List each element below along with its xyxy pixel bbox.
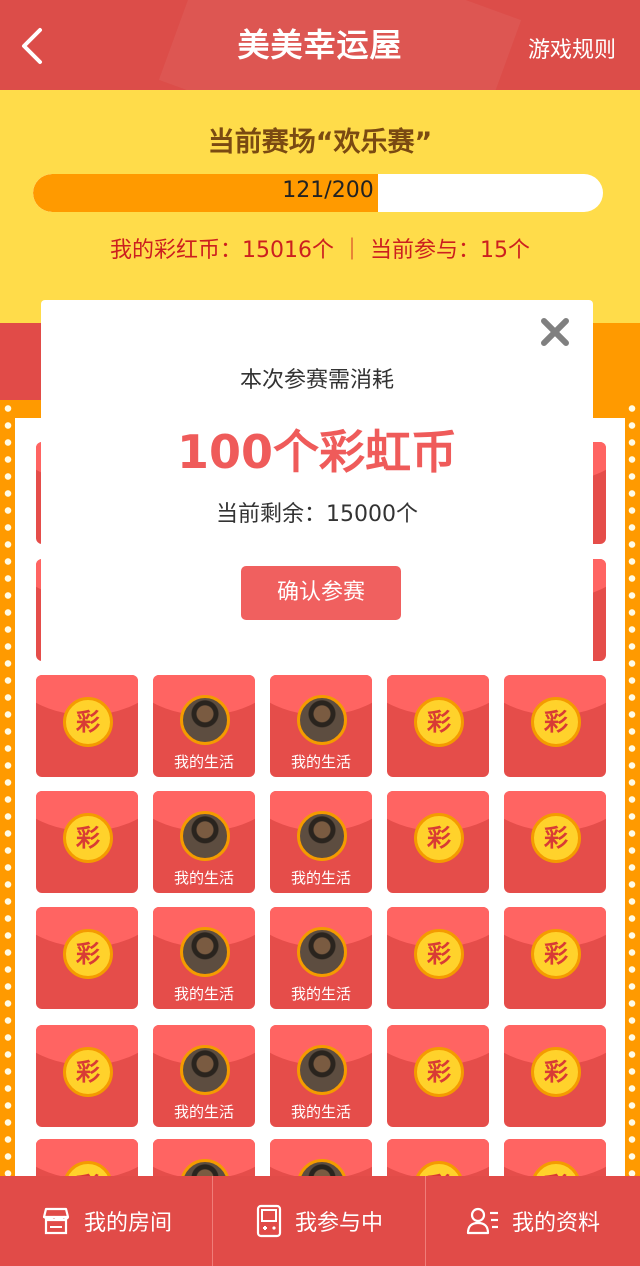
avatar [180,1045,230,1095]
coin-badge: 彩 [414,1047,464,1097]
red-packet-coin[interactable]: 彩 [504,1025,606,1127]
right-light-border [625,400,639,1180]
player-name: 我的生活 [173,869,234,887]
avatar [297,811,347,861]
tab-my-room[interactable]: 我的房间 [0,1176,212,1266]
entry-cost: 100个彩虹币 [176,425,458,479]
orange-corner [592,323,640,401]
player-name: 我的生活 [173,985,234,1003]
red-packet-player[interactable]: 我的生活 [153,1025,255,1127]
red-packet-player[interactable]: 我的生活 [153,675,255,777]
red-packet-coin[interactable]: 彩 [504,907,606,1009]
coin-badge: 彩 [414,929,464,979]
close-button[interactable] [539,316,571,348]
red-packet-player[interactable]: 我的生活 [270,675,372,777]
confirm-entry-button[interactable]: 确认参赛 [241,566,401,620]
red-packet-coin[interactable]: 彩 [387,907,489,1009]
store-icon [42,1207,70,1235]
red-packet-coin[interactable]: 彩 [504,675,606,777]
arena-panel: 当前赛场“欢乐赛” 121/200 我的彩红币：15016个 ｜ 当前参与：15… [0,90,640,323]
red-packet-coin[interactable]: 彩 [504,791,606,893]
cost-caption: 本次参赛需消耗 [239,368,394,393]
confirm-entry-dialog: 本次参赛需消耗 100个彩虹币 当前剩余：15000个 确认参赛 [41,300,593,665]
close-icon [541,318,569,346]
tab-my-profile[interactable]: 我的资料 [426,1176,640,1266]
profile-icon [466,1207,498,1235]
player-name: 我的生活 [173,753,234,771]
tab-label: 我参与中 [294,1211,383,1236]
red-packet-player[interactable]: 我的生活 [153,907,255,1009]
avatar [297,1045,347,1095]
arena-title: 当前赛场“欢乐赛” [207,127,433,158]
game-console-icon [256,1204,282,1238]
player-name: 我的生活 [290,753,351,771]
coin-badge: 彩 [531,1047,581,1097]
coin-badge: 彩 [414,697,464,747]
red-packet-player[interactable]: 我的生活 [153,791,255,893]
coin-badge: 彩 [63,813,113,863]
avatar [180,927,230,977]
tab-participating[interactable]: 我参与中 [213,1176,425,1266]
remaining-balance: 当前剩余：15000个 [216,502,418,527]
red-packet-coin[interactable]: 彩 [387,675,489,777]
left-light-border [1,400,15,1180]
avatar [297,927,347,977]
red-packet-coin[interactable]: 彩 [36,675,138,777]
avatar [180,695,230,745]
player-name: 我的生活 [173,1103,234,1121]
player-name: 我的生活 [290,1103,351,1121]
bottom-tab-bar: 我的房间 我参与中 我的资料 [0,1176,640,1266]
coin-badge: 彩 [63,929,113,979]
tab-label: 我的房间 [83,1211,172,1236]
coin-badge: 彩 [63,1047,113,1097]
coin-badge: 彩 [414,813,464,863]
red-packet-coin[interactable]: 彩 [36,1025,138,1127]
coin-badge: 彩 [531,813,581,863]
red-packet-player[interactable]: 我的生活 [270,791,372,893]
arena-progress-bar: 121/200 [33,174,603,212]
red-packet-coin[interactable]: 彩 [387,791,489,893]
avatar [180,811,230,861]
top-bar: 美美幸运屋 游戏规则 [0,0,640,90]
red-packet-coin[interactable]: 彩 [36,907,138,1009]
red-packet-player[interactable]: 我的生活 [270,907,372,1009]
tab-label: 我的资料 [511,1211,600,1236]
avatar [297,695,347,745]
coin-stats: 我的彩红币：15016个 ｜ 当前参与：15个 [110,238,530,263]
coin-badge: 彩 [531,697,581,747]
coin-badge: 彩 [531,929,581,979]
game-rules-link[interactable]: 游戏规则 [528,32,616,64]
coin-badge: 彩 [63,697,113,747]
player-name: 我的生活 [290,869,351,887]
player-name: 我的生活 [290,985,351,1003]
red-packet-coin[interactable]: 彩 [36,791,138,893]
red-packet-coin[interactable]: 彩 [387,1025,489,1127]
red-packet-player[interactable]: 我的生活 [270,1025,372,1127]
progress-text: 121/200 [282,178,374,203]
